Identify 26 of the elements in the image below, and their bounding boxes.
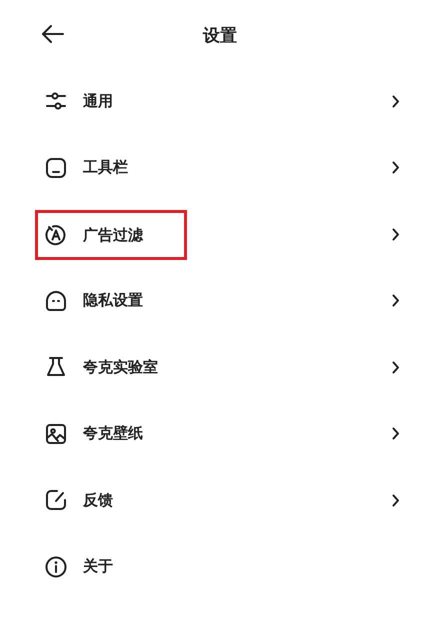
info-icon (45, 556, 67, 578)
face-icon (45, 290, 67, 312)
item-label: 关于 (83, 557, 113, 576)
item-label: 通用 (83, 92, 113, 111)
image-icon (45, 422, 67, 445)
item-label: 夸克实验室 (83, 358, 158, 377)
settings-item[interactable]: 广告过滤 (0, 201, 440, 268)
settings-item[interactable]: 夸克实验室 (0, 334, 440, 400)
settings-item[interactable]: 隐私设置 (0, 268, 440, 334)
item-label: 反馈 (83, 490, 113, 510)
page-title: 设置 (202, 25, 238, 47)
settings-item[interactable]: 夸克壁纸 (0, 400, 440, 467)
settings-item[interactable]: 关于 (0, 534, 440, 600)
item-label: 夸克壁纸 (83, 424, 143, 444)
item-label: 隐私设置 (83, 291, 143, 310)
back-button[interactable] (40, 23, 66, 45)
flask-icon (45, 356, 67, 378)
settings-item[interactable]: 通用 (0, 68, 440, 134)
item-label: 广告过滤 (83, 226, 143, 245)
edit-icon (45, 489, 67, 512)
settings-item[interactable]: 工具栏 (0, 134, 440, 201)
ad-block-icon (45, 224, 67, 246)
settings-item[interactable]: 反馈 (0, 467, 440, 534)
toolbar-icon (45, 156, 67, 179)
sliders-icon (45, 90, 67, 112)
item-label: 工具栏 (83, 158, 128, 178)
